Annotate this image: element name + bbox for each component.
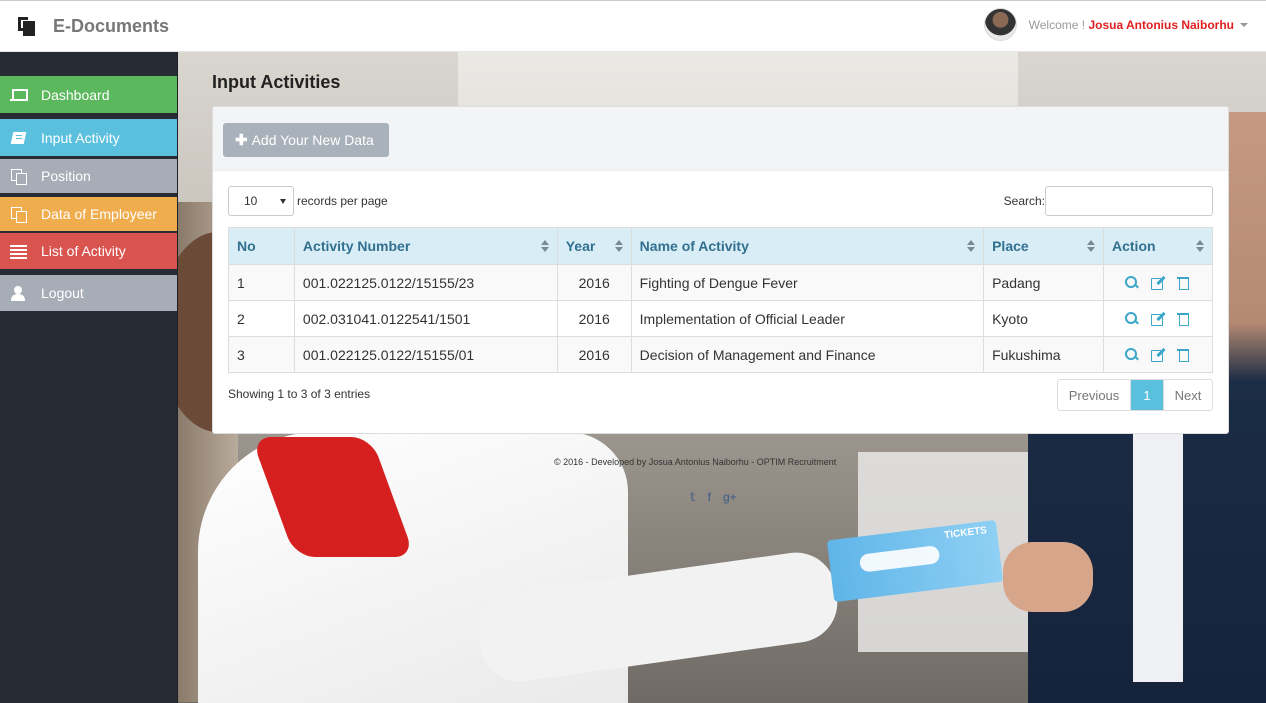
- search-control: Search:: [1004, 186, 1213, 216]
- delete-icon[interactable]: [1176, 275, 1192, 291]
- edit-icon[interactable]: [1150, 275, 1166, 291]
- cell-no: 1: [228, 264, 295, 301]
- plus-icon: ✚: [235, 132, 248, 149]
- cell-name-of-activity: Implementation of Official Leader: [630, 300, 985, 337]
- column-header-activity-number[interactable]: Activity Number: [293, 227, 558, 265]
- column-header-name-of-activity[interactable]: Name of Activity: [630, 227, 985, 265]
- cell-place: Padang: [983, 264, 1104, 301]
- table-info: Showing 1 to 3 of 3 entries: [228, 387, 371, 401]
- view-icon[interactable]: [1124, 347, 1140, 363]
- edit-icon[interactable]: [1150, 347, 1166, 363]
- cell-activity-number: 002.031041.0122541/1501: [293, 300, 558, 337]
- sidebar-item-label: Input Activity: [41, 129, 120, 146]
- footer-text: © 2016 - Developed by Josua Antonius Nai…: [554, 457, 837, 467]
- sidebar-item-label: Data of Employeer: [41, 206, 157, 222]
- sidebar: Dashboard Input Activity Position Data o…: [0, 52, 178, 703]
- sidebar-item-dashboard[interactable]: Dashboard: [0, 76, 177, 113]
- activities-panel: ✚ Add Your New Data 10 records per page …: [212, 106, 1229, 434]
- sidebar-item-label: Position: [41, 168, 91, 184]
- user-icon: [10, 286, 28, 301]
- page-title: Input Activities: [212, 72, 341, 92]
- sort-icon: [1087, 240, 1095, 253]
- column-header-action[interactable]: Action: [1103, 227, 1213, 265]
- user-menu[interactable]: Welcome ! Josua Antonius Naiborhu: [983, 8, 1248, 41]
- edit-icon[interactable]: [1150, 311, 1166, 327]
- delete-icon[interactable]: [1176, 311, 1192, 327]
- table-row: 3 001.022125.0122/15155/01 2016 Decision…: [228, 336, 1213, 373]
- table-row: 1 001.022125.0122/15155/23 2016 Fighting…: [228, 264, 1213, 301]
- cell-place: Kyoto: [983, 300, 1104, 337]
- cell-name-of-activity: Decision of Management and Finance: [630, 336, 985, 373]
- add-new-data-button[interactable]: ✚ Add Your New Data: [223, 123, 389, 157]
- sidebar-item-list-of-activity[interactable]: List of Activity: [0, 233, 177, 269]
- sidebar-item-position[interactable]: Position: [0, 159, 177, 193]
- google-plus-icon[interactable]: g+: [723, 490, 737, 504]
- sort-icon: [540, 240, 549, 253]
- cell-year: 2016: [556, 264, 632, 301]
- sidebar-item-label: Dashboard: [41, 86, 110, 103]
- sort-icon: [1196, 240, 1204, 253]
- cell-activity-number: 001.022125.0122/15155/23: [293, 264, 558, 301]
- caret-down-icon[interactable]: [1240, 22, 1248, 27]
- pagination: Previous 1 Next: [1057, 379, 1213, 411]
- table-row: 2 002.031041.0122541/1501 2016 Implement…: [228, 300, 1213, 337]
- laptop-icon: [10, 88, 28, 102]
- copy-icon: [10, 207, 28, 223]
- sidebar-item-input-activity[interactable]: Input Activity: [0, 119, 177, 156]
- list-icon: [10, 244, 28, 258]
- sort-icon: [614, 240, 623, 253]
- previous-page-button[interactable]: Previous: [1058, 380, 1131, 410]
- search-label: Search:: [1003, 194, 1045, 208]
- welcome-text: Welcome ! Josua Antonius Naiborhu: [1029, 18, 1234, 32]
- copy-icon: [10, 169, 28, 185]
- table-header-row: No Activity Number Year Name of Activity…: [228, 227, 1213, 265]
- cell-actions: [1103, 300, 1213, 337]
- cell-activity-number: 001.022125.0122/15155/01: [293, 336, 558, 373]
- column-header-year[interactable]: Year: [556, 227, 632, 265]
- twitter-icon[interactable]: 𝕥: [690, 490, 696, 504]
- top-navbar: E-Documents Welcome ! Josua Antonius Nai…: [0, 0, 1266, 52]
- brand-title: E-Documents: [53, 15, 170, 36]
- cell-no: 3: [228, 336, 295, 373]
- documents-logo-icon: [18, 15, 38, 37]
- page-length-select[interactable]: 10: [228, 186, 294, 216]
- page-length-label: records per page: [297, 194, 388, 208]
- book-icon: [10, 131, 28, 145]
- cell-no: 2: [228, 300, 295, 337]
- column-header-no[interactable]: No: [228, 227, 295, 265]
- page-length-control: 10 records per page: [228, 186, 388, 216]
- brand[interactable]: E-Documents: [18, 15, 169, 37]
- sidebar-item-label: Logout: [41, 285, 84, 301]
- cell-actions: [1103, 264, 1213, 301]
- cell-name-of-activity: Fighting of Dengue Fever: [630, 264, 985, 301]
- sort-icon: [967, 240, 976, 253]
- sidebar-item-data-of-employeer[interactable]: Data of Employeer: [0, 197, 177, 231]
- avatar: [983, 8, 1017, 41]
- delete-icon[interactable]: [1176, 347, 1192, 363]
- cell-year: 2016: [556, 300, 632, 337]
- sidebar-item-logout[interactable]: Logout: [0, 275, 177, 311]
- column-header-place[interactable]: Place: [983, 227, 1104, 265]
- view-icon[interactable]: [1124, 311, 1140, 327]
- page-length-value: 10: [244, 194, 258, 208]
- sidebar-item-label: List of Activity: [41, 243, 126, 259]
- user-name: Josua Antonius Naiborhu: [1088, 17, 1234, 32]
- search-input[interactable]: [1045, 186, 1213, 216]
- activities-table: No Activity Number Year Name of Activity…: [228, 227, 1213, 373]
- next-page-button[interactable]: Next: [1163, 380, 1212, 410]
- cell-actions: [1103, 336, 1213, 373]
- panel-header: ✚ Add Your New Data: [213, 107, 1228, 171]
- caret-down-icon: [280, 199, 286, 204]
- social-links: 𝕥 f g+: [690, 490, 737, 504]
- welcome-prefix: Welcome !: [1028, 17, 1089, 32]
- facebook-icon[interactable]: f: [708, 490, 711, 504]
- cell-place: Fukushima: [983, 336, 1104, 373]
- add-button-label: Add Your New Data: [251, 132, 374, 148]
- cell-year: 2016: [556, 336, 632, 373]
- view-icon[interactable]: [1124, 275, 1140, 291]
- page-button-current[interactable]: 1: [1131, 380, 1163, 410]
